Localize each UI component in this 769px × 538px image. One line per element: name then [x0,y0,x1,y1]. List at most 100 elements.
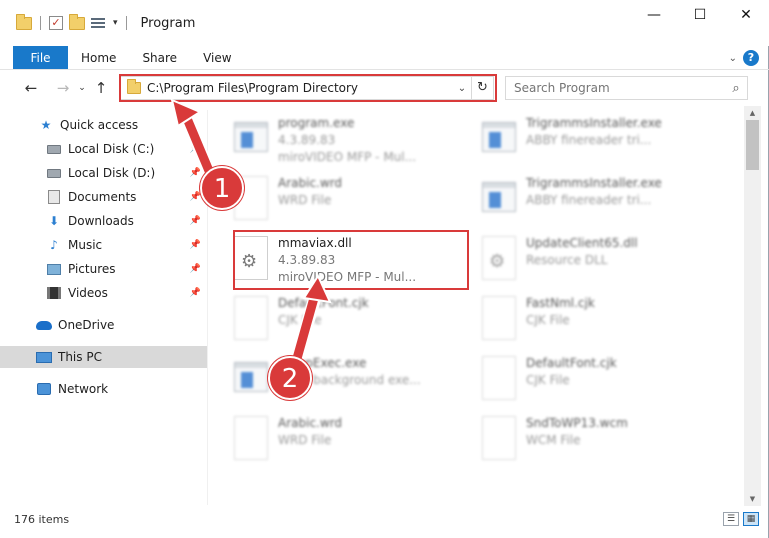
item-count: 176 items [14,512,70,526]
tab-share[interactable]: Share [129,46,190,69]
customize-toolbar-icon[interactable] [91,16,107,30]
file-explorer-window: ✓ ▾ Program — ☐ ✕ File Home Share View ⌄… [0,0,769,538]
file-name: FastNml.cjk [526,296,595,310]
tab-file[interactable]: File [13,46,68,69]
videos-icon [47,287,61,299]
scroll-up-icon[interactable]: ▲ [744,106,761,120]
sidebar-item-pictures[interactable]: Pictures 📌 [0,258,207,280]
file-version: 4.3.89.83 [278,133,336,147]
file-item[interactable]: DefaultFont.cjk CJK File [468,352,708,408]
expand-ribbon-icon[interactable]: ⌄ [729,53,737,64]
details-view-icon[interactable]: ☰ [723,512,739,526]
scroll-down-icon[interactable]: ▼ [744,492,761,506]
window-controls: — ☐ ✕ [631,0,769,30]
properties-check-icon[interactable]: ✓ [49,16,63,30]
file-name: TrigrammsInstaller.exe [526,116,662,130]
file-name: DefaultFont.cjk [526,356,617,370]
navigation-pane: ★ Quick access Local Disk (C:) 📌 Local D… [0,110,208,505]
maximize-button[interactable]: ☐ [677,0,723,30]
pin-icon[interactable]: 📌 [190,216,201,226]
file-name: TrigrammsInstaller.exe [526,176,662,190]
quick-access-toolbar: ✓ ▾ [16,13,129,30]
documents-icon [48,190,60,204]
sidebar-item-downloads[interactable]: ⬇ Downloads 📌 [0,210,207,232]
file-item[interactable]: DefaultFont.cjk CJK File [220,292,460,348]
file-description: miroVIDEO MFP - Mul... [278,150,417,164]
sidebar-item-documents[interactable]: Documents 📌 [0,186,207,208]
file-type: WCM File [526,433,581,447]
forward-button[interactable]: → [52,79,74,97]
sidebar-item-quick-access[interactable]: ★ Quick access [0,114,207,136]
sidebar-item-label: Pictures [68,262,116,276]
sidebar-item-videos[interactable]: Videos 📌 [0,282,207,304]
pin-icon[interactable]: 📌 [190,192,201,202]
network-icon [37,383,51,395]
file-version: 4.3.89.83 [278,253,336,267]
file-item[interactable]: Arabic.wrd WRD File [220,412,460,468]
vertical-scrollbar[interactable]: ▲ ▼ [744,106,761,506]
sidebar-item-onedrive[interactable]: OneDrive [0,314,207,336]
file-item[interactable]: Arabic.wrd WRD File [220,172,460,228]
help-icon[interactable]: ? [743,50,759,66]
sidebar-item-local-disk-c[interactable]: Local Disk (C:) 📌 [0,138,207,160]
file-description: ABBY finereader tri... [526,193,652,207]
file-item[interactable]: ⚙ UpdateClient65.dll Resource DLL [468,232,708,288]
file-item[interactable]: TrigrammsInstaller.exe ABBY finereader t… [468,112,708,168]
file-name: Arabic.wrd [278,176,343,190]
sidebar-item-label: Local Disk (D:) [68,166,156,180]
pictures-icon [47,263,61,275]
file-name: SndToWP13.wcm [526,416,628,430]
toolbar-dropdown-icon[interactable]: ▾ [113,18,118,28]
address-path[interactable]: C:\Program Files\Program Directory [147,81,453,95]
pin-icon[interactable]: 📌 [190,288,201,298]
recent-locations-button[interactable]: ⌄ [74,83,90,93]
minimize-button[interactable]: — [631,0,677,30]
pin-icon[interactable]: 📌 [190,240,201,250]
tab-home[interactable]: Home [68,46,129,69]
dll-file-icon: ⚙ [482,236,516,280]
sidebar-item-label: Music [68,238,103,252]
window-title: Program [140,15,196,31]
sidebar-item-label: Quick access [60,118,139,132]
address-bar[interactable]: C:\Program Files\Program Directory ⌄ ↻ [120,76,494,100]
ribbon-help: ⌄ ? [729,50,759,66]
navigation-bar: ← → ⌄ ↑ C:\Program Files\Program Directo… [0,72,769,104]
search-box[interactable]: ⌕ [505,76,748,100]
file-name: mmaviax.dll [278,236,352,250]
large-icons-view-icon[interactable]: ▦ [743,512,759,526]
file-item-mmaviax-dll[interactable]: ⚙ mmaviax.dll 4.3.89.83 miroVIDEO MFP - … [220,232,460,288]
pin-icon[interactable]: 📌 [190,168,201,178]
up-button[interactable]: ↑ [90,79,112,97]
search-input[interactable] [514,81,725,95]
document-file-icon [234,296,268,340]
file-item[interactable]: SndToWP13.wcm WCM File [468,412,708,468]
music-icon: ♪ [50,238,58,252]
search-icon[interactable]: ⌕ [725,81,747,96]
back-button[interactable]: ← [20,79,42,97]
view-switcher: ☰ ▦ [723,512,759,526]
file-description: miroVIDEO MFP - Mul... [278,270,417,284]
file-item[interactable]: program.exe 4.3.89.83 miroVIDEO MFP - Mu… [220,112,460,168]
pin-icon[interactable]: 📌 [190,144,201,154]
scrollbar-thumb[interactable] [746,120,759,170]
file-item[interactable]: SetupExec.exe ABBY background exe... [220,352,460,408]
sidebar-item-network[interactable]: Network [0,378,207,400]
file-type: CJK File [278,313,322,327]
pin-icon[interactable]: 📌 [190,264,201,274]
file-type: Resource DLL [526,253,608,267]
close-button[interactable]: ✕ [723,0,769,30]
file-name: program.exe [278,116,355,130]
file-name: DefaultFont.cjk [278,296,369,310]
new-folder-icon[interactable] [69,13,85,30]
file-item[interactable]: TrigrammsInstaller.exe ABBY finereader t… [468,172,708,228]
sidebar-item-music[interactable]: ♪ Music 📌 [0,234,207,256]
onedrive-icon [36,320,52,330]
address-dropdown-icon[interactable]: ⌄ [453,83,471,94]
folder-icon [16,13,32,30]
file-item[interactable]: FastNml.cjk CJK File [468,292,708,348]
sidebar-item-local-disk-d[interactable]: Local Disk (D:) 📌 [0,162,207,184]
tab-view[interactable]: View [190,46,244,69]
refresh-button[interactable]: ↻ [471,77,493,99]
title-bar: ✓ ▾ Program — ☐ ✕ [0,0,769,46]
sidebar-item-this-pc[interactable]: This PC [0,346,207,368]
